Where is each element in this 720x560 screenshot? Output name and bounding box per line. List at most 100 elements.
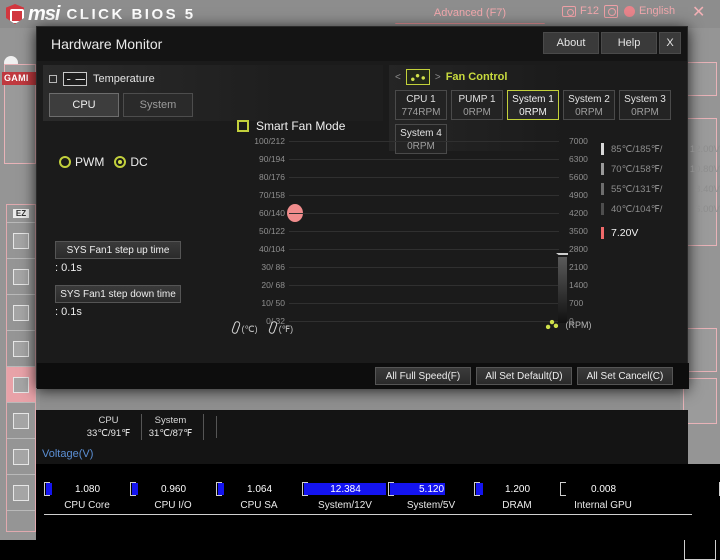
- screenshot-key-label: F12: [580, 5, 599, 17]
- legend-color-bar: [601, 203, 604, 215]
- voltage-bar: 1.064: [216, 482, 302, 496]
- voltage-name: System/5V: [406, 500, 456, 511]
- voltage-value: 5.120: [418, 483, 445, 495]
- grid-line: [289, 303, 559, 304]
- bg-left-menu: EZ: [6, 204, 36, 532]
- voltage-bar: 12.384: [302, 482, 388, 496]
- screenshot-button[interactable]: F12: [562, 5, 599, 17]
- dialog-header-buttons: About Help X: [543, 32, 681, 54]
- status-cpu-temp: CPU 33℃/91℉: [80, 414, 142, 440]
- voltage-value: 1.200: [504, 483, 531, 495]
- y-tick-temperature: 70/158: [259, 190, 285, 200]
- y-tick-temperature: 100/212: [254, 136, 285, 146]
- y-tick-temperature: 50/122: [259, 226, 285, 236]
- page-title: Hardware Monitor: [51, 36, 163, 52]
- y-tick-rpm: 2100: [569, 262, 588, 272]
- fan-button-system1[interactable]: System 1 0RPM: [507, 90, 559, 120]
- mode-tab-label: Advanced (F7): [433, 7, 507, 19]
- voltage-name: CPU SA: [240, 500, 278, 511]
- fan-button-system3[interactable]: System 3 0RPM: [619, 90, 671, 120]
- fan-curve-icon: [405, 69, 430, 85]
- close-dialog-button[interactable]: X: [659, 32, 681, 54]
- legend-temp: 70℃/158℉/: [611, 163, 663, 175]
- fan-button-cpu1[interactable]: CPU 1 774RPM: [395, 90, 447, 120]
- y-tick-temperature: 90/194: [259, 154, 285, 164]
- smart-fan-mode-row: Smart Fan Mode: [237, 119, 683, 133]
- voltage-header-label: Voltage(V): [42, 448, 94, 460]
- status-system-temp: System 31℃/87℉: [142, 414, 204, 440]
- status-cpu-value: 33℃/91℉: [86, 428, 131, 439]
- msi-shield-icon: [6, 4, 24, 24]
- bg-menu-item: [7, 223, 35, 259]
- voltage-list: 1.080 CPU Core 0.960 CPU I/O 1.064 CPU S…: [44, 464, 720, 511]
- voltage-value: 1.080: [74, 483, 101, 495]
- temperature-section-label: Temperature: [93, 73, 155, 85]
- axis-unit-legend: (℃) (℉): [230, 319, 683, 339]
- msi-logo: msi CLICK BIOS 5: [6, 4, 196, 24]
- temperature-section: Temperature CPU System: [43, 65, 383, 121]
- plot-grid: [287, 141, 559, 322]
- dialog-footer: All Full Speed(F) All Set Default(D) All…: [37, 363, 689, 389]
- all-set-default-button[interactable]: All Set Default(D): [476, 367, 572, 385]
- search-button[interactable]: [604, 5, 618, 18]
- voltage-baseline: [44, 514, 692, 515]
- language-label: English: [639, 5, 676, 17]
- voltage-value: 1.064: [246, 483, 273, 495]
- voltage-item-cpu-core: 1.080 CPU Core: [44, 482, 130, 511]
- rpm-label: (RPM): [565, 320, 592, 330]
- fahrenheit-label: (℉): [278, 324, 294, 334]
- y-tick-temperature: 30/ 86: [261, 262, 285, 272]
- legend-current-volt: 7.20V: [611, 227, 639, 239]
- next-arrow-icon[interactable]: >: [435, 72, 441, 83]
- grid-line: [289, 267, 559, 268]
- language-selector[interactable]: English: [624, 5, 675, 17]
- close-bios-button[interactable]: ✕: [692, 2, 705, 22]
- fan-rpm: 0RPM: [463, 107, 491, 118]
- bg-menu-item: [7, 439, 35, 475]
- legend-volt: 12.00V: [689, 143, 720, 155]
- fan-control-label: Fan Control: [445, 71, 508, 83]
- bg-right-panel: [683, 62, 717, 96]
- legend-volt: 8.40V: [695, 183, 720, 195]
- step-down-time-button[interactable]: SYS Fan1 step down time: [55, 285, 181, 303]
- mode-tab-advanced[interactable]: Advanced (F7): [395, 2, 545, 24]
- about-button[interactable]: About: [543, 32, 599, 54]
- gaming-badge: GAMI: [2, 72, 38, 85]
- collapse-checkbox[interactable]: [49, 75, 57, 83]
- bg-menu-item: [7, 475, 35, 511]
- bg-menu-item: [7, 331, 35, 367]
- voltage-value: 12.384: [330, 483, 361, 495]
- voltage-bar: 0.960: [130, 482, 216, 496]
- grid-line: [289, 159, 559, 160]
- smart-fan-mode-checkbox[interactable]: [237, 120, 249, 132]
- grid-line: [289, 195, 559, 196]
- step-down-time-value: : 0.1s: [55, 306, 82, 318]
- globe-icon: [624, 5, 635, 17]
- close-icon: ✕: [692, 4, 706, 21]
- tab-system[interactable]: System: [123, 93, 193, 117]
- global-top-bar: msi CLICK BIOS 5 Advanced (F7) F12 Engli…: [0, 0, 720, 28]
- bg-menu-item: [7, 403, 35, 439]
- legend-row: 55℃/131℉/ 8.40V: [601, 183, 720, 195]
- rpm-unit-legend: (RPM): [545, 319, 592, 330]
- all-full-speed-button[interactable]: All Full Speed(F): [375, 367, 471, 385]
- legend-temp: 40℃/104℉/: [611, 203, 663, 215]
- celsius-label: (℃): [241, 324, 258, 334]
- radio-pwm[interactable]: [59, 156, 71, 168]
- help-button[interactable]: Help: [601, 32, 657, 54]
- fan-button-system2[interactable]: System 2 0RPM: [563, 90, 615, 120]
- all-set-cancel-button[interactable]: All Set Cancel(C): [577, 367, 673, 385]
- legend-row: 70℃/158℉/ 10.80V: [601, 163, 720, 175]
- temperature-header: Temperature: [43, 65, 383, 86]
- tab-cpu[interactable]: CPU: [49, 93, 119, 117]
- prev-arrow-icon[interactable]: <: [395, 72, 401, 83]
- bg-menu-item: [7, 259, 35, 295]
- legend-color-bar: [601, 163, 604, 175]
- radio-dc[interactable]: [114, 156, 127, 168]
- fan-button-pump1[interactable]: PUMP 1 0RPM: [451, 90, 503, 120]
- voltage-item-system-12v: 12.384 System/12V: [302, 482, 388, 511]
- grid-line: [289, 249, 559, 250]
- voltage-item-system-5v: 5.120 System/5V: [388, 482, 474, 511]
- threshold-legend: 85℃/185℉/ 12.00V 70℃/158℉/ 10.80V 55℃/13…: [601, 143, 720, 247]
- step-up-time-button[interactable]: SYS Fan1 step up time: [55, 241, 181, 259]
